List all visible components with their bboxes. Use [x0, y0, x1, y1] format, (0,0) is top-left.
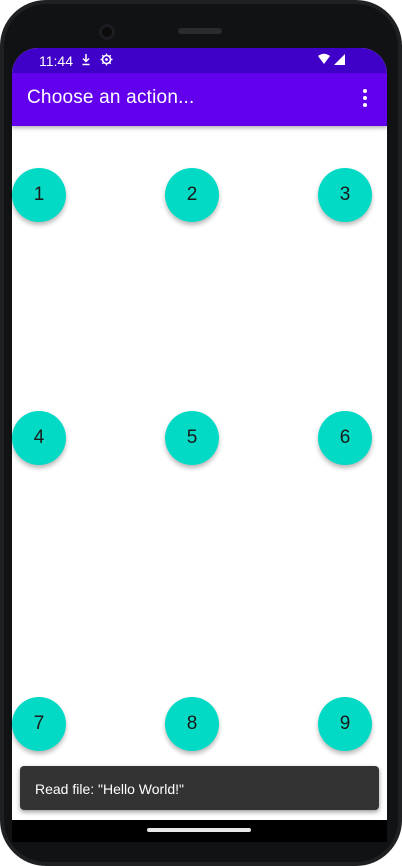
number-button-9[interactable]: 9 [318, 697, 372, 751]
signal-icon [334, 54, 345, 65]
number-button-label: 5 [186, 427, 198, 448]
earpiece-speaker [178, 28, 222, 34]
number-button-6[interactable]: 6 [318, 411, 372, 465]
number-button-7[interactable]: 7 [12, 697, 66, 751]
gesture-nav-bar [12, 820, 387, 842]
app-bar: Choose an action... [12, 73, 387, 126]
number-button-1[interactable]: 1 [12, 168, 66, 222]
download-icon [81, 53, 91, 69]
app-title: Choose an action... [27, 87, 195, 108]
number-button-label: 4 [33, 427, 45, 448]
device-frame: 11:44 Choose an action... 1 2 3 4 5 6 7 … [0, 0, 402, 866]
number-button-label: 1 [33, 184, 45, 205]
number-button-2[interactable]: 2 [165, 168, 219, 222]
overflow-menu-icon[interactable] [353, 85, 377, 111]
home-handle[interactable] [147, 828, 251, 832]
snackbar: Read file: "Hello World!" [20, 766, 379, 810]
number-button-label: 6 [339, 427, 351, 448]
status-time: 11:44 [39, 53, 73, 69]
app-screen: 11:44 Choose an action... 1 2 3 4 5 6 7 … [12, 48, 387, 820]
status-indicators [317, 53, 347, 67]
number-button-4[interactable]: 4 [12, 411, 66, 465]
number-button-label: 3 [339, 184, 351, 205]
number-button-label: 8 [186, 713, 198, 734]
number-button-8[interactable]: 8 [165, 697, 219, 751]
number-button-label: 2 [186, 184, 198, 205]
number-button-3[interactable]: 3 [318, 168, 372, 222]
number-button-5[interactable]: 5 [165, 411, 219, 465]
snackbar-message: Read file: "Hello World!" [35, 781, 184, 797]
settings-gear-icon [100, 53, 113, 69]
number-button-label: 9 [339, 713, 351, 734]
number-button-label: 7 [33, 713, 45, 734]
front-camera [99, 24, 115, 40]
status-bar: 11:44 [12, 48, 387, 73]
wifi-icon [318, 53, 330, 64]
